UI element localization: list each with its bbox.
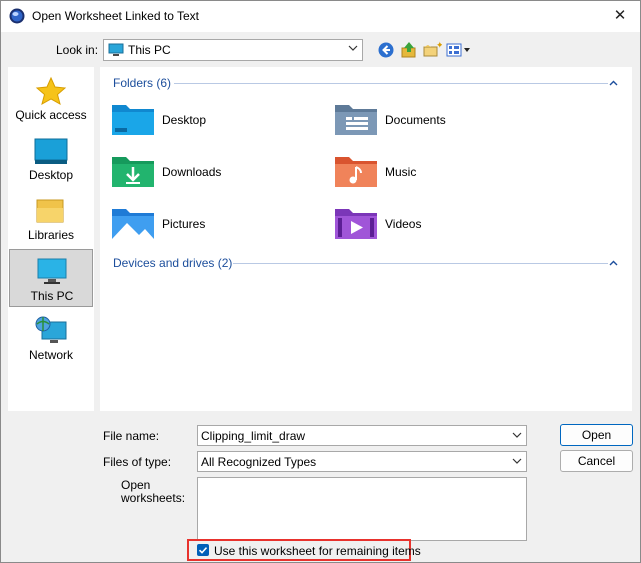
app-icon	[9, 8, 25, 24]
check-icon	[198, 547, 208, 554]
star-icon	[35, 76, 67, 106]
folders-group-title[interactable]: Folders (6)	[113, 76, 171, 90]
window-title: Open Worksheet Linked to Text	[32, 9, 199, 23]
group-divider	[233, 263, 608, 264]
place-label: Libraries	[27, 228, 75, 242]
lookin-label: Look in:	[56, 43, 99, 57]
place-quick-access[interactable]: Quick access	[8, 69, 94, 127]
filename-combo[interactable]: Clipping_limit_draw	[197, 425, 527, 446]
lookin-value: This PC	[128, 43, 171, 57]
lookin-combo[interactable]: This PC	[103, 39, 363, 61]
back-icon[interactable]	[376, 40, 396, 60]
place-network[interactable]: Network	[8, 309, 94, 367]
videos-folder-icon	[335, 209, 377, 239]
place-desktop[interactable]: Desktop	[8, 129, 94, 187]
chevron-down-icon	[512, 458, 522, 464]
folder-music[interactable]: Music	[334, 153, 554, 193]
title-bar: Open Worksheet Linked to Text ✕	[1, 1, 640, 32]
computer-icon	[37, 258, 67, 284]
view-menu-icon[interactable]	[445, 40, 473, 60]
filetype-value: All Recognized Types	[201, 455, 317, 469]
music-folder-icon	[335, 157, 377, 187]
open-worksheets-label: Open	[121, 478, 151, 492]
group-divider	[174, 83, 608, 84]
open-worksheets-list[interactable]	[197, 477, 527, 541]
place-label: Desktop	[28, 168, 74, 182]
filename-value: Clipping_limit_draw	[201, 429, 306, 443]
folder-label: Pictures	[162, 217, 206, 231]
desktop-folder-icon	[112, 105, 154, 135]
place-label: Quick access	[15, 108, 87, 122]
filetype-label: Files of type:	[103, 455, 172, 469]
open-button[interactable]: Open	[560, 424, 633, 446]
place-this-pc[interactable]: This PC	[9, 249, 93, 307]
folder-label: Desktop	[162, 113, 207, 127]
svg-text:✦: ✦	[436, 41, 442, 51]
use-worksheet-label: Use this worksheet for remaining items	[214, 544, 421, 558]
up-folder-icon[interactable]	[399, 40, 419, 60]
place-label: This PC	[30, 289, 74, 303]
open-worksheet-dialog: Open Worksheet Linked to Text ✕ Look in:…	[0, 0, 641, 563]
cancel-button[interactable]: Cancel	[560, 450, 633, 472]
places-bar: Quick access Desktop Libraries This PC N…	[8, 67, 94, 411]
libraries-icon	[36, 199, 64, 223]
folder-downloads[interactable]: Downloads	[111, 153, 331, 193]
collapse-icon[interactable]	[609, 260, 618, 266]
open-worksheets-label-2: worksheets:	[121, 491, 186, 505]
filetype-select[interactable]: All Recognized Types	[197, 451, 527, 472]
folder-documents[interactable]: Documents	[334, 101, 554, 141]
computer-icon	[108, 43, 124, 56]
new-folder-icon[interactable]: ✦	[422, 40, 442, 60]
downloads-folder-icon	[112, 157, 154, 187]
folder-videos[interactable]: Videos	[334, 205, 554, 245]
chevron-down-icon	[348, 45, 358, 51]
drives-group-title[interactable]: Devices and drives (2)	[113, 256, 232, 270]
file-list-pane[interactable]: Folders (6) Desktop Documents Downloads …	[100, 67, 632, 411]
pictures-folder-icon	[112, 209, 154, 239]
collapse-icon[interactable]	[609, 80, 618, 86]
documents-folder-icon	[335, 105, 377, 135]
folder-pictures[interactable]: Pictures	[111, 205, 331, 245]
place-label: Network	[28, 348, 73, 362]
folder-desktop[interactable]: Desktop	[111, 101, 331, 141]
filename-label: File name:	[103, 429, 160, 443]
place-libraries[interactable]: Libraries	[8, 189, 94, 247]
folder-label: Music	[385, 165, 417, 179]
chevron-down-icon[interactable]	[512, 430, 522, 440]
folder-label: Downloads	[162, 165, 222, 179]
close-icon: ✕	[613, 7, 627, 24]
close-button[interactable]: ✕	[606, 4, 634, 28]
folder-label: Documents	[385, 113, 446, 127]
folder-label: Videos	[385, 217, 422, 231]
network-icon	[35, 316, 67, 343]
use-worksheet-checkbox[interactable]	[197, 544, 209, 556]
desktop-icon	[34, 138, 68, 164]
